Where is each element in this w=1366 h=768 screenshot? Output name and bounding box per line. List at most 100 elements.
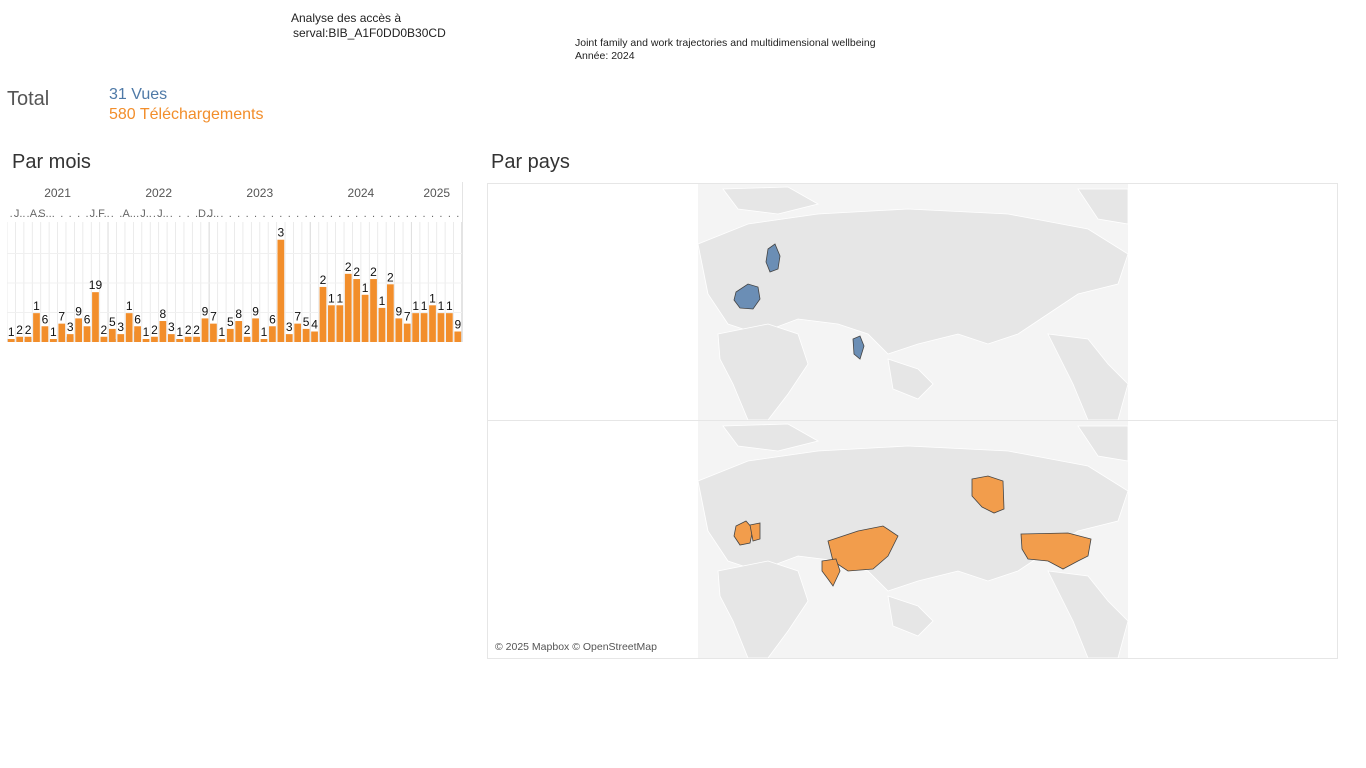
data-label: 6 <box>84 312 91 326</box>
year-label: 2022 <box>145 186 172 200</box>
month-label: . <box>296 208 299 220</box>
world-map-views[interactable] <box>488 184 1337 420</box>
downloads-bar <box>344 273 352 342</box>
total-downloads: 580 Téléchargements <box>109 106 264 123</box>
downloads-bar <box>260 339 268 342</box>
report-title: Analyse des accès à serval:BIB_A1F0DD0B3… <box>291 11 446 41</box>
data-label: 1 <box>421 299 428 313</box>
downloads-bar <box>328 305 335 342</box>
downloads-bar <box>83 326 91 342</box>
downloads-bar <box>454 331 462 342</box>
downloads-bar <box>142 339 150 342</box>
month-label: J.. <box>157 208 169 220</box>
data-label: 3 <box>67 320 74 334</box>
data-label: 2 <box>345 260 352 274</box>
data-label: 9 <box>395 304 402 318</box>
downloads-bar <box>193 336 200 342</box>
map-downloads-panel[interactable] <box>487 420 1338 659</box>
month-label: . <box>313 208 316 220</box>
downloads-bar <box>395 318 403 342</box>
data-label: 9 <box>454 318 461 332</box>
data-label: 8 <box>235 307 242 321</box>
downloads-bar <box>210 323 217 342</box>
month-label: S.. <box>38 208 51 220</box>
downloads-bar <box>92 292 99 342</box>
downloads-bar <box>336 305 344 342</box>
downloads-bar <box>445 313 453 342</box>
data-label: 5 <box>109 315 116 329</box>
data-label: 2 <box>193 323 200 337</box>
month-label: . <box>305 208 308 220</box>
month-label: . <box>439 208 442 220</box>
month-label: . <box>220 208 223 220</box>
downloads-bar <box>41 326 49 342</box>
map-views-panel[interactable] <box>487 183 1338 421</box>
data-label: 1 <box>219 325 226 339</box>
month-label: . <box>397 208 400 220</box>
downloads-bar <box>311 331 318 342</box>
month-label: . <box>178 208 181 220</box>
data-label: 2 <box>353 265 360 279</box>
data-label: 1 <box>33 299 40 313</box>
downloads-bar <box>24 336 32 342</box>
data-label: 2 <box>25 323 32 337</box>
data-label: 5 <box>227 315 234 329</box>
publication-title: Joint family and work trajectories and m… <box>575 37 876 49</box>
data-label: 6 <box>269 312 276 326</box>
month-label: . <box>153 208 156 220</box>
month-label: . <box>414 208 417 220</box>
data-label: 2 <box>16 323 23 337</box>
downloads-bar <box>66 334 74 342</box>
month-label: . <box>69 208 72 220</box>
year-label: 2024 <box>348 186 375 200</box>
year-label: 2025 <box>423 186 450 200</box>
month-label: . <box>321 208 324 220</box>
downloads-bar <box>319 286 327 342</box>
data-label: 7 <box>294 310 301 324</box>
month-label: J.. <box>140 208 152 220</box>
chart-header-bg <box>7 182 462 222</box>
month-label: . <box>111 208 114 220</box>
chart-headers: 2021 2022 2023 2024 2025. J... A..S....... J..F… <box>7 182 462 222</box>
month-label: A.. <box>122 208 135 220</box>
downloads-bar <box>378 307 386 342</box>
data-label: 1 <box>261 325 268 339</box>
downloads-bar <box>176 339 184 342</box>
publication-info: Joint family and work trajectories and m… <box>575 37 876 63</box>
month-label: . <box>338 208 341 220</box>
downloads-bar <box>49 339 57 342</box>
data-label: 2 <box>185 323 192 337</box>
month-label: . <box>10 208 13 220</box>
monthly-bar-chart[interactable]: 2021 2022 2023 2024 2025. J... A..S....... J..F… <box>7 182 464 344</box>
downloads-bar <box>353 279 361 342</box>
downloads-bar <box>134 326 141 342</box>
downloads-bar <box>16 336 24 342</box>
downloads-bar <box>277 239 285 342</box>
month-label: . <box>246 208 249 220</box>
data-label: 1 <box>438 299 445 313</box>
month-label: . <box>364 208 367 220</box>
month-label: . <box>170 208 173 220</box>
month-label: . <box>347 208 350 220</box>
downloads-bar <box>159 321 167 342</box>
month-label: . <box>380 208 383 220</box>
month-label: . <box>229 208 232 220</box>
data-label: 1 <box>176 325 183 339</box>
downloads-bar <box>226 328 234 342</box>
downloads-bar <box>184 336 192 342</box>
month-label: . <box>52 208 55 220</box>
map-credit: © 2025 Mapbox © OpenStreetMap <box>495 641 657 653</box>
downloads-bar <box>201 318 209 342</box>
downloads-bar <box>117 334 125 342</box>
data-label: 2 <box>151 323 158 337</box>
data-label: 6 <box>134 312 141 326</box>
month-label: J.. <box>14 208 26 220</box>
month-label: . <box>423 208 426 220</box>
month-label: . <box>187 208 190 220</box>
downloads-bar <box>218 339 226 342</box>
data-label: 1 <box>8 325 15 339</box>
month-label: . <box>431 208 434 220</box>
downloads-bar <box>429 305 436 342</box>
month-label: . <box>372 208 375 220</box>
world-map-downloads[interactable] <box>488 421 1337 658</box>
